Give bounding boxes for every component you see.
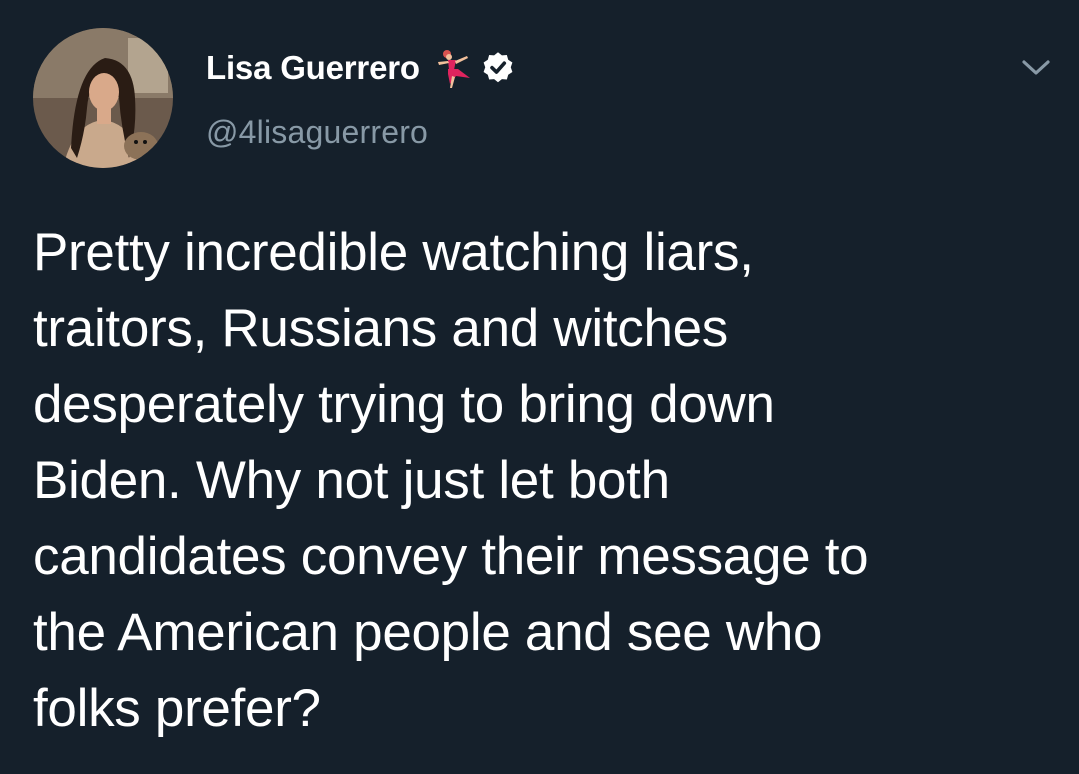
tweet-card: Lisa Guerrero @4lisaguerrero Pretty incr…: [0, 0, 1079, 774]
tweet-text-line: candidates convey their message to: [33, 527, 869, 586]
chevron-down-icon[interactable]: [1018, 54, 1054, 82]
tweet-text-line: Biden. Why not just let both: [33, 451, 670, 510]
author-handle[interactable]: @4lisaguerrero: [206, 114, 428, 151]
tweet-text-line: desperately trying to bring down: [33, 375, 775, 434]
tweet-text-line: the American people and see who: [33, 603, 823, 662]
verified-icon: [480, 50, 516, 86]
tweet-text-line: traitors, Russians and witches: [33, 299, 729, 358]
display-name[interactable]: Lisa Guerrero: [206, 49, 420, 87]
profile-photo: [33, 28, 173, 168]
avatar[interactable]: [33, 28, 173, 168]
tweet-text-line: Pretty incredible watching liars,: [33, 223, 754, 282]
author-name-row: Lisa Guerrero: [206, 46, 516, 90]
tweet-text-line: folks prefer?: [33, 679, 321, 738]
dancer-icon: [430, 46, 474, 90]
tweet-text: Pretty incredible watching liars, traito…: [33, 215, 1043, 747]
